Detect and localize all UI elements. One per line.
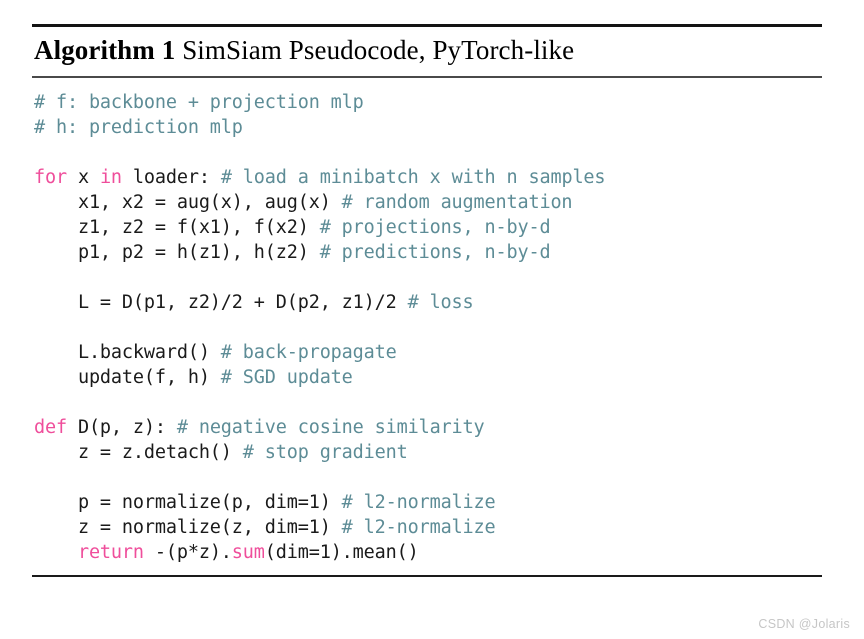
code-comment: # l2-normalize <box>341 516 496 538</box>
code-line: p = normalize(p, dim=1) # l2-normalize <box>34 490 822 515</box>
code-line: x1, x2 = aug(x), aug(x) # random augment… <box>34 190 822 215</box>
csdn-watermark: CSDN @Jolaris <box>758 617 850 631</box>
algorithm-title: Algorithm 1 SimSiam Pseudocode, PyTorch-… <box>32 27 822 76</box>
code-text: update(f, h) <box>77 366 221 388</box>
pseudocode-listing: # f: backbone + projection mlp # h: predi… <box>32 78 822 575</box>
code-line: def D(p, z): # negative cosine similarit… <box>34 415 822 440</box>
code-line: z1, z2 = f(x1), f(x2) # projections, n-b… <box>34 215 822 240</box>
algorithm-number-label: Algorithm 1 <box>34 35 176 65</box>
code-comment: # negative cosine similarity <box>176 416 485 438</box>
code-comment: # predictions, n-by-d <box>319 241 551 263</box>
code-comment: # h: prediction mlp <box>34 116 243 138</box>
code-line: L.backward() # back-propagate <box>34 340 822 365</box>
code-text: x <box>66 166 100 188</box>
code-text: x1, x2 = aug(x), aug(x) <box>77 191 342 213</box>
algorithm-caption: SimSiam Pseudocode, PyTorch-like <box>175 35 575 65</box>
code-line: # f: backbone + projection mlp <box>34 90 822 115</box>
code-text: p = normalize(p, dim=1) <box>77 491 342 513</box>
code-comment: # loss <box>407 291 474 313</box>
code-comment: # l2-normalize <box>341 491 496 513</box>
code-keyword: for <box>34 166 67 188</box>
code-text: -(p*z). <box>143 541 232 563</box>
algorithm-rule-bottom <box>32 574 822 577</box>
code-comment: # SGD update <box>220 366 353 388</box>
algorithm-block: Algorithm 1 SimSiam Pseudocode, PyTorch-… <box>32 24 822 577</box>
code-keyword: return <box>77 541 144 563</box>
code-comment: # stop gradient <box>242 441 408 463</box>
code-keyword: def <box>34 416 67 438</box>
code-line: update(f, h) # SGD update <box>34 365 822 390</box>
code-comment: # projections, n-by-d <box>319 216 551 238</box>
code-text: p1, p2 = h(z1), h(z2) <box>77 241 320 263</box>
code-keyword: in <box>99 166 122 188</box>
code-text: D(p, z): <box>66 416 177 438</box>
code-text: z = normalize(z, dim=1) <box>77 516 342 538</box>
code-line: p1, p2 = h(z1), h(z2) # predictions, n-b… <box>34 240 822 265</box>
code-text: (dim=1).mean() <box>264 541 419 563</box>
code-line: z = normalize(z, dim=1) # l2-normalize <box>34 515 822 540</box>
code-line: L = D(p1, z2)/2 + D(p2, z1)/2 # loss <box>34 290 822 315</box>
code-comment: # f: backbone + projection mlp <box>34 91 364 113</box>
code-comment: # random augmentation <box>341 191 573 213</box>
code-text: z = z.detach() <box>77 441 243 463</box>
code-line: return -(p*z).sum(dim=1).mean() <box>34 540 822 565</box>
code-line: # h: prediction mlp <box>34 115 822 140</box>
code-text: z1, z2 = f(x1), f(x2) <box>77 216 320 238</box>
code-text: loader: <box>121 166 221 188</box>
code-comment: # load a minibatch x with n samples <box>220 166 606 188</box>
code-text: L = D(p1, z2)/2 + D(p2, z1)/2 <box>77 291 408 313</box>
code-line: z = z.detach() # stop gradient <box>34 440 822 465</box>
code-keyword: sum <box>231 541 265 563</box>
code-line: for x in loader: # load a minibatch x wi… <box>34 165 822 190</box>
code-text: L.backward() <box>77 341 221 363</box>
code-comment: # back-propagate <box>220 341 397 363</box>
